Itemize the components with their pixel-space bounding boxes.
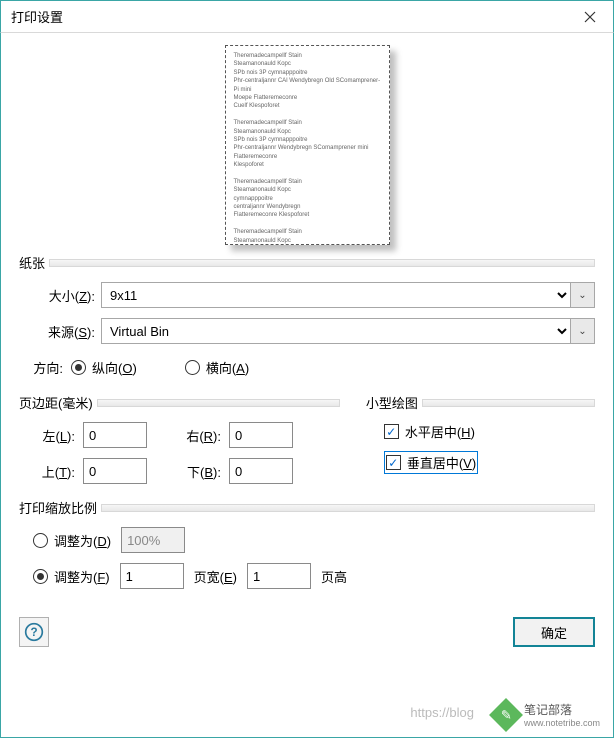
group-divider: [101, 504, 595, 512]
scale-percent-input: [121, 527, 185, 553]
margin-left-input[interactable]: [83, 422, 147, 448]
radio-icon: [71, 360, 86, 375]
scale-percent-radio[interactable]: 调整为(D): [33, 531, 111, 550]
paper-size-select[interactable]: 9x11: [101, 282, 571, 308]
paper-source-select[interactable]: Virtual Bin: [101, 318, 571, 344]
scale-percent-label: 调整为(D): [54, 531, 111, 550]
radio-icon: [185, 360, 200, 375]
margin-bottom-input[interactable]: [229, 458, 293, 484]
margins-group: 页边距(毫米) 左(L): 上(T): 右(R):: [19, 389, 340, 484]
paper-group: 纸张 大小(Z): 9x11 ⌄ 来源(S): Virtual Bin ⌄: [19, 253, 595, 344]
orientation-row: 方向: 纵向(O) 横向(A): [51, 358, 595, 377]
orientation-landscape[interactable]: 横向(A): [185, 358, 249, 377]
focus-outline: 垂直居中(V): [384, 451, 478, 474]
fit-tall-input[interactable]: [247, 563, 311, 589]
fit-tall-label: 页高: [321, 567, 347, 586]
fit-wide-label: 页宽(E): [194, 567, 237, 586]
radio-icon: [33, 533, 48, 548]
radio-icon: [33, 569, 48, 584]
paper-size-label: 大小(Z):: [19, 286, 95, 305]
center-vertical-checkbox[interactable]: 垂直居中(V): [386, 453, 476, 472]
group-divider: [97, 399, 340, 407]
miniplot-group-label: 小型绘图: [366, 393, 418, 412]
margin-right-input[interactable]: [229, 422, 293, 448]
margin-top-input[interactable]: [83, 458, 147, 484]
help-icon: ?: [24, 622, 44, 642]
group-divider: [49, 259, 595, 267]
scale-group: 打印缩放比例 调整为(D) 调整为(F) 页宽(E) 页高: [19, 498, 595, 589]
checkbox-icon: [384, 424, 399, 439]
fit-wide-input[interactable]: [120, 563, 184, 589]
orientation-label: 方向:: [19, 358, 63, 377]
dialog-content: Theremadecampellf Stain Steamanonauld Ko…: [0, 33, 614, 738]
scale-group-label: 打印缩放比例: [19, 498, 97, 517]
orientation-portrait-label: 纵向(O): [92, 358, 137, 377]
help-button[interactable]: ?: [19, 617, 49, 647]
margin-left-label: 左(L):: [19, 426, 75, 445]
center-horizontal-checkbox[interactable]: 水平居中(H): [384, 422, 475, 441]
margin-bottom-label: 下(B):: [165, 462, 221, 481]
button-bar: ? 确定: [19, 617, 595, 647]
watermark-behind: https://blog: [410, 705, 474, 720]
miniplot-group: 小型绘图 水平居中(H) 垂直居中(V): [366, 389, 595, 484]
center-vertical-label: 垂直居中(V): [407, 453, 476, 472]
scale-fit-radio[interactable]: 调整为(F): [33, 567, 110, 586]
page-preview: Theremadecampellf Stain Steamanonauld Ko…: [225, 45, 390, 245]
orientation-landscape-label: 横向(A): [206, 358, 249, 377]
center-horizontal-label: 水平居中(H): [405, 422, 475, 441]
svg-text:?: ?: [30, 626, 37, 639]
watermark-icon: ✎: [489, 698, 523, 732]
margin-right-label: 右(R):: [165, 426, 221, 445]
chevron-down-icon[interactable]: ⌄: [571, 318, 595, 344]
preview-area: Theremadecampellf Stain Steamanonauld Ko…: [19, 41, 595, 245]
window-title: 打印设置: [11, 7, 567, 26]
close-icon: [584, 11, 596, 23]
watermark-url: www.notetribe.com: [524, 718, 600, 728]
paper-source-label: 来源(S):: [19, 322, 95, 341]
scale-fit-label: 调整为(F): [54, 567, 110, 586]
checkbox-icon: [386, 455, 401, 470]
titlebar: 打印设置: [0, 0, 614, 33]
close-button[interactable]: [567, 1, 613, 32]
margins-group-label: 页边距(毫米): [19, 393, 93, 412]
watermark: ✎ 笔记部落 www.notetribe.com: [494, 701, 600, 728]
ok-button[interactable]: 确定: [513, 617, 595, 647]
margin-top-label: 上(T):: [19, 462, 75, 481]
orientation-portrait[interactable]: 纵向(O): [71, 358, 137, 377]
watermark-name: 笔记部落: [524, 701, 600, 718]
paper-group-label: 纸张: [19, 253, 45, 272]
chevron-down-icon[interactable]: ⌄: [571, 282, 595, 308]
group-divider: [422, 399, 595, 407]
